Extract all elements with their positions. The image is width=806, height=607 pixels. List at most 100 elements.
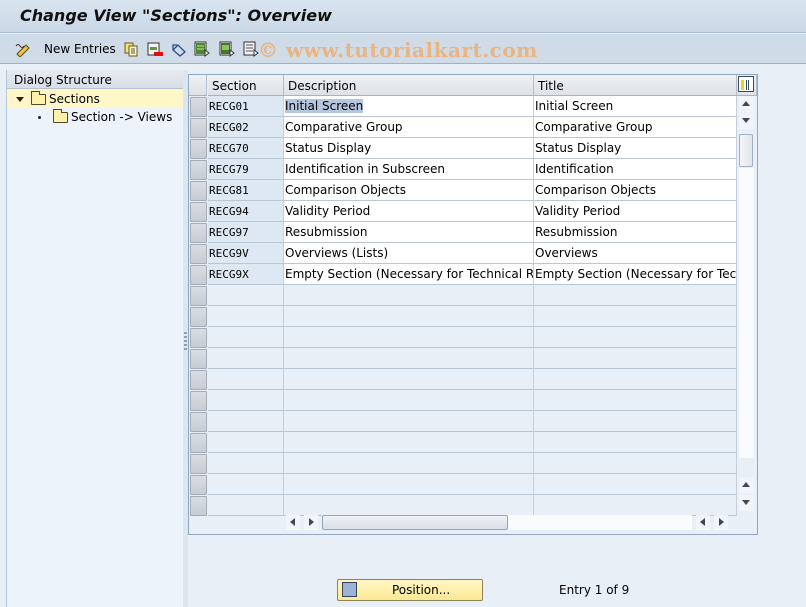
scroll-up-button[interactable] xyxy=(739,96,754,112)
section-cell[interactable] xyxy=(208,306,284,327)
description-cell[interactable] xyxy=(284,285,534,306)
section-cell[interactable]: RECG9X xyxy=(208,264,284,285)
section-cell[interactable] xyxy=(208,285,284,306)
description-cell[interactable]: Overviews (Lists) xyxy=(284,243,534,264)
description-cell[interactable] xyxy=(284,348,534,369)
row-selector-button[interactable] xyxy=(190,286,207,306)
row-selector-button[interactable] xyxy=(190,328,207,348)
description-cell[interactable] xyxy=(284,327,534,348)
title-cell[interactable] xyxy=(534,306,737,327)
section-cell[interactable] xyxy=(208,390,284,411)
column-header-description[interactable]: Description xyxy=(284,75,534,96)
section-cell[interactable]: RECG97 xyxy=(208,222,284,243)
section-cell[interactable]: RECG81 xyxy=(208,180,284,201)
tree-item-sections[interactable]: Sections xyxy=(7,90,183,108)
description-cell[interactable]: Empty Section (Necessary for Technical R… xyxy=(284,264,534,285)
row-selector-button[interactable] xyxy=(190,202,207,222)
row-selector-button[interactable] xyxy=(190,370,207,390)
section-cell[interactable] xyxy=(208,432,284,453)
description-cell[interactable]: Identification in Subscreen xyxy=(284,159,534,180)
title-cell[interactable] xyxy=(534,348,737,369)
delete-button[interactable] xyxy=(147,40,163,58)
column-header-title[interactable]: Title xyxy=(534,75,737,96)
title-cell[interactable] xyxy=(534,369,737,390)
scroll-down-button[interactable] xyxy=(739,113,754,129)
title-cell[interactable]: Comparative Group xyxy=(534,117,737,138)
row-selector-button[interactable] xyxy=(190,97,207,117)
section-cell[interactable] xyxy=(208,411,284,432)
title-cell[interactable]: Empty Section (Necessary for Techn xyxy=(534,264,737,285)
row-selector-button[interactable] xyxy=(190,454,207,474)
copy-button[interactable] xyxy=(124,40,139,58)
column-settings-icon[interactable] xyxy=(738,76,754,92)
row-selector-button[interactable] xyxy=(190,475,207,495)
row-selector-button[interactable] xyxy=(190,139,207,159)
section-cell[interactable] xyxy=(208,327,284,348)
description-cell[interactable] xyxy=(284,474,534,495)
title-cell[interactable] xyxy=(534,285,737,306)
tree-item-section-views[interactable]: Section -> Views xyxy=(7,108,183,126)
row-selector-button[interactable] xyxy=(190,265,207,285)
new-entries-button[interactable]: New Entries xyxy=(44,40,116,58)
column-scroll-right-button[interactable] xyxy=(714,515,728,530)
title-cell[interactable]: Initial Screen xyxy=(534,96,737,117)
description-cell[interactable] xyxy=(284,432,534,453)
title-cell[interactable]: Overviews xyxy=(534,243,737,264)
section-cell[interactable]: RECG01 xyxy=(208,96,284,117)
title-cell[interactable]: Comparison Objects xyxy=(534,180,737,201)
column-header-section[interactable]: Section xyxy=(208,75,284,96)
description-cell[interactable]: Initial Screen xyxy=(284,96,534,117)
vertical-scroll-thumb[interactable] xyxy=(739,134,753,167)
scroll-right-button[interactable] xyxy=(304,515,318,530)
description-cell[interactable]: Status Display xyxy=(284,138,534,159)
section-cell[interactable]: RECG70 xyxy=(208,138,284,159)
description-cell[interactable] xyxy=(284,390,534,411)
title-cell[interactable] xyxy=(534,327,737,348)
undo-change-button[interactable] xyxy=(171,40,187,58)
row-selector-button[interactable] xyxy=(190,160,207,180)
display-change-button[interactable] xyxy=(14,40,32,58)
row-selector-button[interactable] xyxy=(190,349,207,369)
section-cell[interactable] xyxy=(208,453,284,474)
title-cell[interactable]: Status Display xyxy=(534,138,737,159)
vertical-scrollbar[interactable] xyxy=(737,96,757,513)
section-cell[interactable] xyxy=(208,348,284,369)
expanded-triangle-icon[interactable] xyxy=(16,96,24,102)
section-cell[interactable]: RECG79 xyxy=(208,159,284,180)
description-cell[interactable]: Validity Period xyxy=(284,201,534,222)
title-cell[interactable] xyxy=(534,474,737,495)
page-up-button[interactable] xyxy=(739,477,754,493)
select-block-button[interactable] xyxy=(219,40,235,58)
description-cell[interactable] xyxy=(284,411,534,432)
title-cell[interactable] xyxy=(534,390,737,411)
select-all-rows-header[interactable] xyxy=(189,75,207,96)
row-selector-button[interactable] xyxy=(190,118,207,138)
row-selector-button[interactable] xyxy=(190,391,207,411)
title-cell[interactable] xyxy=(534,411,737,432)
deselect-all-button[interactable] xyxy=(243,40,259,58)
title-cell[interactable]: Identification xyxy=(534,159,737,180)
title-cell[interactable] xyxy=(534,432,737,453)
section-cell[interactable] xyxy=(208,474,284,495)
description-cell[interactable]: Resubmission xyxy=(284,222,534,243)
vertical-scroll-track[interactable] xyxy=(739,168,754,458)
description-cell[interactable] xyxy=(284,369,534,390)
select-all-button[interactable] xyxy=(194,40,210,58)
row-selector-button[interactable] xyxy=(190,244,207,264)
description-cell[interactable] xyxy=(284,453,534,474)
horizontal-scrollbar[interactable] xyxy=(284,513,734,531)
row-selector-button[interactable] xyxy=(190,223,207,243)
row-selector-button[interactable] xyxy=(190,412,207,432)
section-cell[interactable]: RECG9V xyxy=(208,243,284,264)
section-cell[interactable] xyxy=(208,369,284,390)
row-selector-button[interactable] xyxy=(190,496,207,516)
section-cell[interactable]: RECG02 xyxy=(208,117,284,138)
scroll-left-button[interactable] xyxy=(286,515,300,530)
row-selector-button[interactable] xyxy=(190,307,207,327)
description-cell[interactable] xyxy=(284,306,534,327)
title-cell[interactable]: Validity Period xyxy=(534,201,737,222)
description-cell[interactable]: Comparison Objects xyxy=(284,180,534,201)
row-selector-button[interactable] xyxy=(190,433,207,453)
page-down-button[interactable] xyxy=(739,495,754,511)
description-cell[interactable]: Comparative Group xyxy=(284,117,534,138)
